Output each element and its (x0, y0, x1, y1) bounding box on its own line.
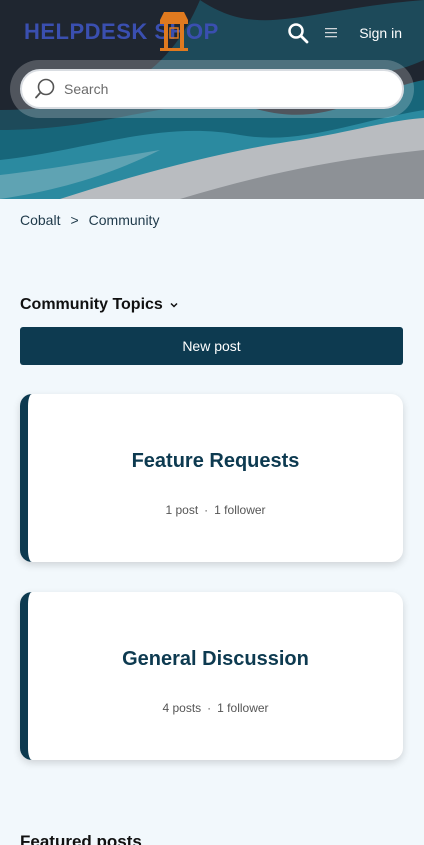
breadcrumb-separator: > (70, 212, 79, 228)
search-field-icon (35, 78, 55, 99)
chevron-down-icon (170, 302, 178, 308)
meta-separator: · (204, 503, 209, 517)
sign-in-link[interactable]: Sign in (359, 25, 402, 41)
community-topics-dropdown[interactable]: Community Topics (20, 296, 179, 314)
search-icon[interactable] (287, 22, 309, 44)
topic-meta: 4 posts · 1 follower (28, 701, 403, 715)
topic-title[interactable]: Feature Requests (28, 450, 403, 473)
search-input[interactable] (64, 81, 364, 97)
search-container (10, 60, 414, 118)
new-post-button[interactable]: New post (20, 327, 403, 365)
topic-card-general-discussion[interactable]: General Discussion 4 posts · 1 follower (20, 592, 403, 760)
helpdesk-shop-logo[interactable]: HELPDESK SHOP (24, 10, 219, 54)
hamburger-menu-icon[interactable] (321, 22, 343, 44)
search-bar[interactable] (20, 69, 404, 109)
post-count: 4 posts (162, 701, 202, 715)
post-count: 1 post (165, 503, 199, 517)
community-topics-title: Community Topics (20, 296, 163, 313)
breadcrumb-item-cobalt[interactable]: Cobalt (20, 212, 60, 228)
topic-title[interactable]: General Discussion (28, 648, 403, 671)
topic-card-feature-requests[interactable]: Feature Requests 1 post · 1 follower (20, 394, 403, 562)
shop-storefront-icon (160, 12, 188, 51)
topic-meta: 1 post · 1 follower (28, 503, 403, 517)
follower-count: 1 follower (217, 701, 269, 715)
breadcrumb-item-community[interactable]: Community (89, 212, 160, 228)
hero-banner: HELPDESK SHOP Sign in (0, 0, 424, 199)
meta-separator: · (207, 701, 212, 715)
breadcrumb: Cobalt > Community (20, 212, 159, 228)
follower-count: 1 follower (214, 503, 266, 517)
featured-posts-heading: Featured posts (20, 832, 142, 845)
